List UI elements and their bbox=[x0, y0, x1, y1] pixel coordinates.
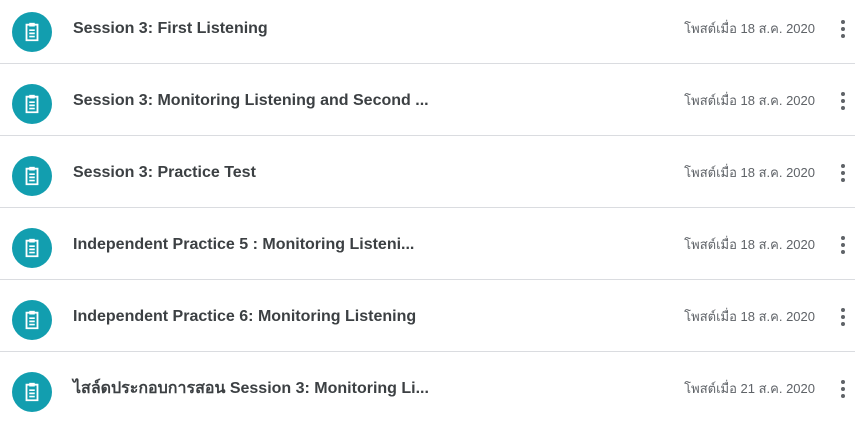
assignment-icon bbox=[12, 156, 52, 196]
item-title: Session 3: First Listening bbox=[73, 20, 268, 37]
list-item[interactable]: ไสล์ดประกอบการสอน Session 3: Monitoring … bbox=[0, 352, 855, 424]
list-item[interactable]: Independent Practice 5 : Monitoring List… bbox=[0, 208, 855, 280]
more-options-icon[interactable] bbox=[831, 158, 855, 188]
more-options-icon[interactable] bbox=[831, 230, 855, 260]
item-posted-date: โพสต์เมื่อ 18 ส.ค. 2020 bbox=[684, 309, 815, 324]
assignment-icon bbox=[12, 228, 52, 268]
assignment-icon bbox=[12, 84, 52, 124]
list-item[interactable]: Session 3: Practice Test โพสต์เมื่อ 18 ส… bbox=[0, 136, 855, 208]
more-options-icon[interactable] bbox=[831, 86, 855, 116]
more-options-icon[interactable] bbox=[831, 374, 855, 404]
list-item[interactable]: Session 3: Monitoring Listening and Seco… bbox=[0, 64, 855, 136]
more-options-icon[interactable] bbox=[831, 302, 855, 332]
item-title: ไสล์ดประกอบการสอน Session 3: Monitoring … bbox=[73, 380, 429, 397]
item-posted-date: โพสต์เมื่อ 18 ส.ค. 2020 bbox=[684, 237, 815, 252]
item-posted-date: โพสต์เมื่อ 21 ส.ค. 2020 bbox=[684, 381, 815, 396]
list-item[interactable]: Session 3: First Listening โพสต์เมื่อ 18… bbox=[0, 0, 855, 64]
item-title: Session 3: Practice Test bbox=[73, 164, 256, 181]
item-title: Independent Practice 5 : Monitoring List… bbox=[73, 236, 415, 253]
item-posted-date: โพสต์เมื่อ 18 ส.ค. 2020 bbox=[684, 21, 815, 36]
assignment-icon bbox=[12, 300, 52, 340]
item-posted-date: โพสต์เมื่อ 18 ส.ค. 2020 bbox=[684, 93, 815, 108]
item-title: Session 3: Monitoring Listening and Seco… bbox=[73, 92, 429, 109]
list-item[interactable]: Independent Practice 6: Monitoring Liste… bbox=[0, 280, 855, 352]
more-options-icon[interactable] bbox=[831, 14, 855, 44]
classwork-list: Session 3: First Listening โพสต์เมื่อ 18… bbox=[0, 0, 855, 412]
item-posted-date: โพสต์เมื่อ 18 ส.ค. 2020 bbox=[684, 165, 815, 180]
assignment-icon bbox=[12, 12, 52, 52]
assignment-icon bbox=[12, 372, 52, 412]
item-title: Independent Practice 6: Monitoring Liste… bbox=[73, 308, 417, 325]
